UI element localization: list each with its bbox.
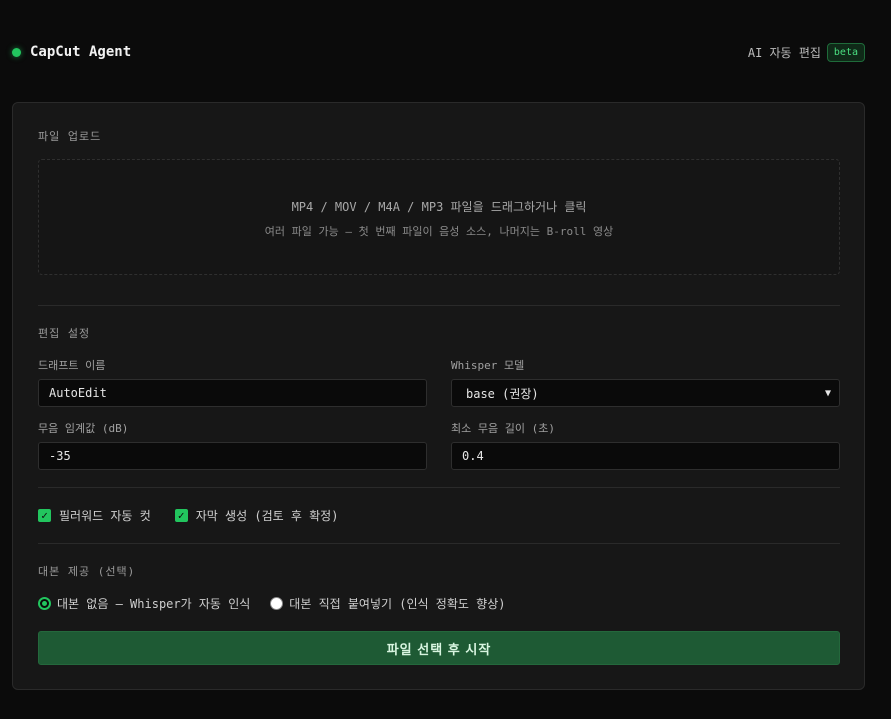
script-paste-label: 대본 직접 붙여넣기 (인식 정확도 향상) [289,597,506,611]
upload-section-label: 파일 업로드 [38,130,102,143]
script-auto-option[interactable]: 대본 없음 — Whisper가 자동 인식 [38,595,250,612]
script-auto-radio[interactable] [38,597,51,610]
beta-badge: beta [826,43,865,62]
app-header: CapCut Agent AI 자동 편집 beta [0,0,891,102]
whisper-model-select[interactable]: base (권장) ▼ [451,379,840,407]
status-dot-icon [12,47,21,57]
subtitles-checkbox[interactable]: ✓ [174,509,188,522]
script-paste-option[interactable]: 대본 직접 붙여넣기 (인식 정확도 향상) [270,595,505,612]
silence-threshold-label: 무음 임계값 (dB) [38,422,129,435]
header-subtitle: AI 자동 편집 [747,46,821,60]
script-options-row: 대본 없음 — Whisper가 자동 인식 대본 직접 붙여넣기 (인식 정확… [38,595,505,612]
subtitles-option[interactable]: ✓ 자막 생성 (검토 후 확정) [174,507,339,524]
app-title: CapCut Agent [30,44,132,60]
file-dropzone[interactable]: MP4 / MOV / M4A / MP3 파일을 드래그하거나 클릭 여러 파… [38,159,840,275]
settings-section-label: 편집 설정 [38,327,91,340]
filler-cut-label: 필러워드 자동 컷 [59,509,151,523]
filler-cut-checkbox[interactable]: ✓ [38,509,51,522]
min-silence-label: 최소 무음 길이 (초) [451,422,555,435]
script-auto-label: 대본 없음 — Whisper가 자동 인식 [57,597,251,611]
filler-cut-option[interactable]: ✓ 필러워드 자동 컷 [38,507,151,524]
dropzone-secondary-text: 여러 파일 가능 — 첫 번째 파일이 음성 소스, 나머지는 B-roll 영… [264,225,614,238]
divider [38,487,840,488]
whisper-model-value: base (권장) [466,386,539,401]
draft-name-input[interactable] [38,379,427,407]
header-right: AI 자동 편집 beta [748,43,865,62]
main-card: 파일 업로드 MP4 / MOV / M4A / MP3 파일을 드래그하거나 … [12,102,865,690]
draft-name-label: 드래프트 이름 [38,359,106,372]
options-row: ✓ 필러워드 자동 컷 ✓ 자막 생성 (검토 후 확정) [38,507,338,524]
script-paste-radio[interactable] [270,597,284,610]
chevron-down-icon: ▼ [824,387,831,399]
divider [38,543,840,544]
dropzone-primary-text: MP4 / MOV / M4A / MP3 파일을 드래그하거나 클릭 [291,200,587,214]
start-button[interactable]: 파일 선택 후 시작 [38,631,840,665]
brand: CapCut Agent [12,44,131,60]
min-silence-input[interactable] [451,442,840,470]
script-section-label: 대본 제공 (선택) [38,565,136,578]
whisper-model-label: Whisper 모델 [451,359,525,372]
silence-threshold-input[interactable] [38,442,427,470]
subtitles-label: 자막 생성 (검토 후 확정) [195,509,339,523]
divider [38,305,840,306]
